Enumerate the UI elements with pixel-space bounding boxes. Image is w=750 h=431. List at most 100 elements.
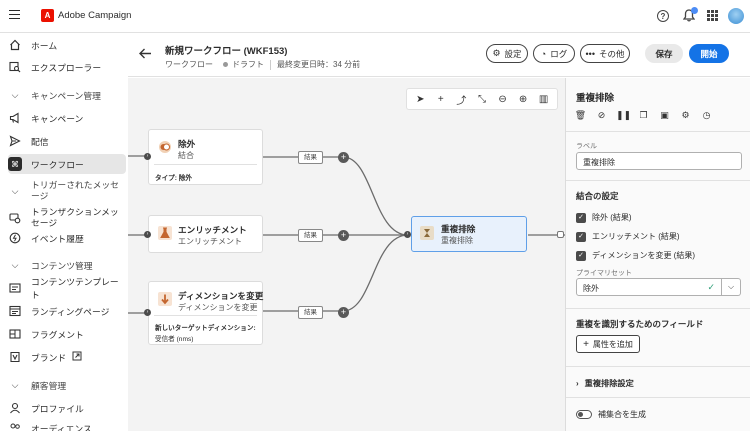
activity-title: エンリッチメント [178,225,247,235]
checkbox-change-dimension[interactable]: ✓ ディメンションを変更 (結果) [576,250,695,261]
divider [566,308,750,309]
sidebar-item-home[interactable]: ホーム [8,35,126,55]
settings-button[interactable]: ⚙ 設定 [486,44,528,63]
input-port[interactable]: › [144,153,151,160]
section-label: 顧客管理 [31,380,67,391]
zoom-in-icon[interactable]: ⊕ [516,94,530,105]
add-activity-button[interactable]: + [338,152,349,163]
add-activity-button[interactable]: + [338,307,349,318]
sidebar-item-fragments[interactable]: フラグメント [8,324,126,344]
gear-icon[interactable]: ⚙ [679,110,692,121]
history-icon[interactable]: ◷ [700,110,713,121]
sidebar-item-profiles[interactable]: プロファイル [8,398,126,418]
sidebar-item-campaigns[interactable]: キャンペーン [8,108,126,128]
section-campaign-management[interactable]: ⌵ キャンペーン管理 [8,85,126,105]
sidebar-item-label: フラグメント [31,329,84,340]
back-arrow-icon[interactable] [139,46,152,62]
add-icon[interactable]: + [434,94,448,105]
start-button[interactable]: 開始 [689,44,729,63]
avatar[interactable] [728,8,744,24]
section-customer-management[interactable]: ⌵ 顧客管理 [8,375,126,395]
sidebar-item-landing-pages[interactable]: ランディングページ [8,301,126,321]
transition-label[interactable]: 結果 [298,151,323,164]
checkbox-exclude[interactable]: ✓ 除外 (結果) [576,212,632,223]
divider [566,180,750,181]
status-badge: ドラフト [232,60,264,69]
help-icon[interactable]: ? [657,10,669,22]
chevron-down-icon: ⌵ [11,259,19,270]
sidebar-item-explorer[interactable]: エクスプローラー [8,57,126,77]
sidebar-item-content-templates[interactable]: コンテンツテンプレート [8,277,126,300]
disable-icon[interactable]: ⊘ [595,110,608,121]
section-triggered-messages[interactable]: ⌵ トリガーされたメッセージ [8,178,126,204]
dedup-settings-label: 重複排除設定 [584,379,634,388]
label-input[interactable]: 重複排除 [576,152,742,170]
checkbox-checked-icon: ✓ [576,250,586,261]
menu-icon[interactable] [9,10,20,20]
transition-label[interactable]: 結果 [298,306,323,319]
activity-deduplication[interactable]: 重複排除 重複排除 [411,216,527,252]
checkbox-enrichment[interactable]: ✓ エンリッチメント (結果) [576,231,680,242]
log-button[interactable]: ◔ ログ [533,44,575,63]
output-port[interactable] [557,231,564,238]
log-label: ログ [550,48,568,59]
sidebar-item-deliveries[interactable]: 配信 [8,131,126,151]
workflow-canvas[interactable]: ➤ + ⤴ ⤡ ⊖ ⊕ ▥ 除外 結合 タイプ: 除外 › エンリッチメント エ… [128,78,565,431]
gear-icon: ⚙ [492,48,501,58]
divider [154,164,257,165]
save-button[interactable]: 保存 [645,44,683,63]
collapse-icon[interactable]: ⤡ [475,94,489,105]
divider [566,131,750,132]
sidebar-item-workflows[interactable]: ⌘ ワークフロー [8,154,126,174]
transition-label[interactable]: 結果 [298,229,323,242]
zoom-out-icon[interactable]: ⊖ [496,94,510,105]
copy-icon[interactable]: ❐ [637,110,650,121]
export-icon[interactable]: ▣ [658,110,671,121]
generate-complement-label: 補集合を生成 [598,410,646,419]
input-port[interactable]: › [404,231,411,238]
activity-subtitle: 結合 [178,151,194,160]
pointer-icon[interactable]: ➤ [413,94,427,105]
activity-subtitle: ディメンションを変更 [178,303,258,312]
generate-complement-switch[interactable]: 補集合を生成 [576,409,646,420]
workflow-type: ワークフロー [165,60,213,69]
activity-enrichment[interactable]: エンリッチメント エンリッチメント [148,215,263,253]
workflow-meta: ワークフロー ドラフト 最終変更日時：34 分前 [165,59,360,70]
sidebar-item-audiences[interactable]: オーディエンス [8,418,126,431]
toggle-switch[interactable] [576,410,592,419]
primary-set-value[interactable]: 除外 ✓ [576,278,722,296]
input-port[interactable]: › [144,231,151,238]
campaign-icon [8,111,22,125]
minimap-icon[interactable]: ▥ [537,94,551,105]
activity-subtitle: 重複排除 [441,236,473,245]
delete-icon[interactable]: 🗑 [574,110,587,121]
primary-set-select[interactable]: 除外 ✓ ⌵ [576,278,741,296]
chevron-down-icon[interactable]: ⌵ [722,278,741,296]
workflow-icon: ⌘ [8,157,22,171]
activity-detail: タイプ: 除外 [155,175,192,182]
section-content-management[interactable]: ⌵ コンテンツ管理 [8,255,126,275]
more-button[interactable]: ••• その他 [580,44,630,63]
sidebar-item-label: コンテンツテンプレート [31,277,119,300]
activity-change-dimension[interactable]: ディメンションを変更 ディメンションを変更 新しいターゲットディメンション: 受… [148,281,263,345]
chevron-down-icon: ⌵ [11,185,19,196]
canvas-toolbar: ➤ + ⤴ ⤡ ⊖ ⊕ ▥ [406,88,558,110]
add-attribute-button[interactable]: + 属性を追加 [576,335,640,353]
external-link-icon[interactable] [72,351,82,363]
input-port[interactable]: › [144,309,151,316]
pause-icon[interactable]: ❚❚ [616,110,631,121]
activity-title: 除外 [178,139,196,149]
sidebar-item-event-history[interactable]: イベント履歴 [8,228,126,248]
sidebar-item-label: ブランド [31,352,67,363]
brand-icon [8,350,22,364]
top-bar: A Adobe Campaign ? [0,0,750,33]
apps-grid-icon[interactable] [707,10,718,21]
auto-layout-icon[interactable]: ⤴ [454,92,468,107]
sidebar: ホーム エクスプローラー ⌵ キャンペーン管理 キャンペーン 配信 ⌘ ワークフ… [0,33,128,431]
add-activity-button[interactable]: + [338,230,349,241]
enrichment-icon [156,224,174,242]
dedup-settings-toggle[interactable]: › 重複排除設定 [576,377,634,389]
activity-exclude[interactable]: 除外 結合 タイプ: 除外 [148,129,263,185]
chevron-right-icon: › [576,378,579,388]
sidebar-item-brands[interactable]: ブランド [8,347,126,367]
